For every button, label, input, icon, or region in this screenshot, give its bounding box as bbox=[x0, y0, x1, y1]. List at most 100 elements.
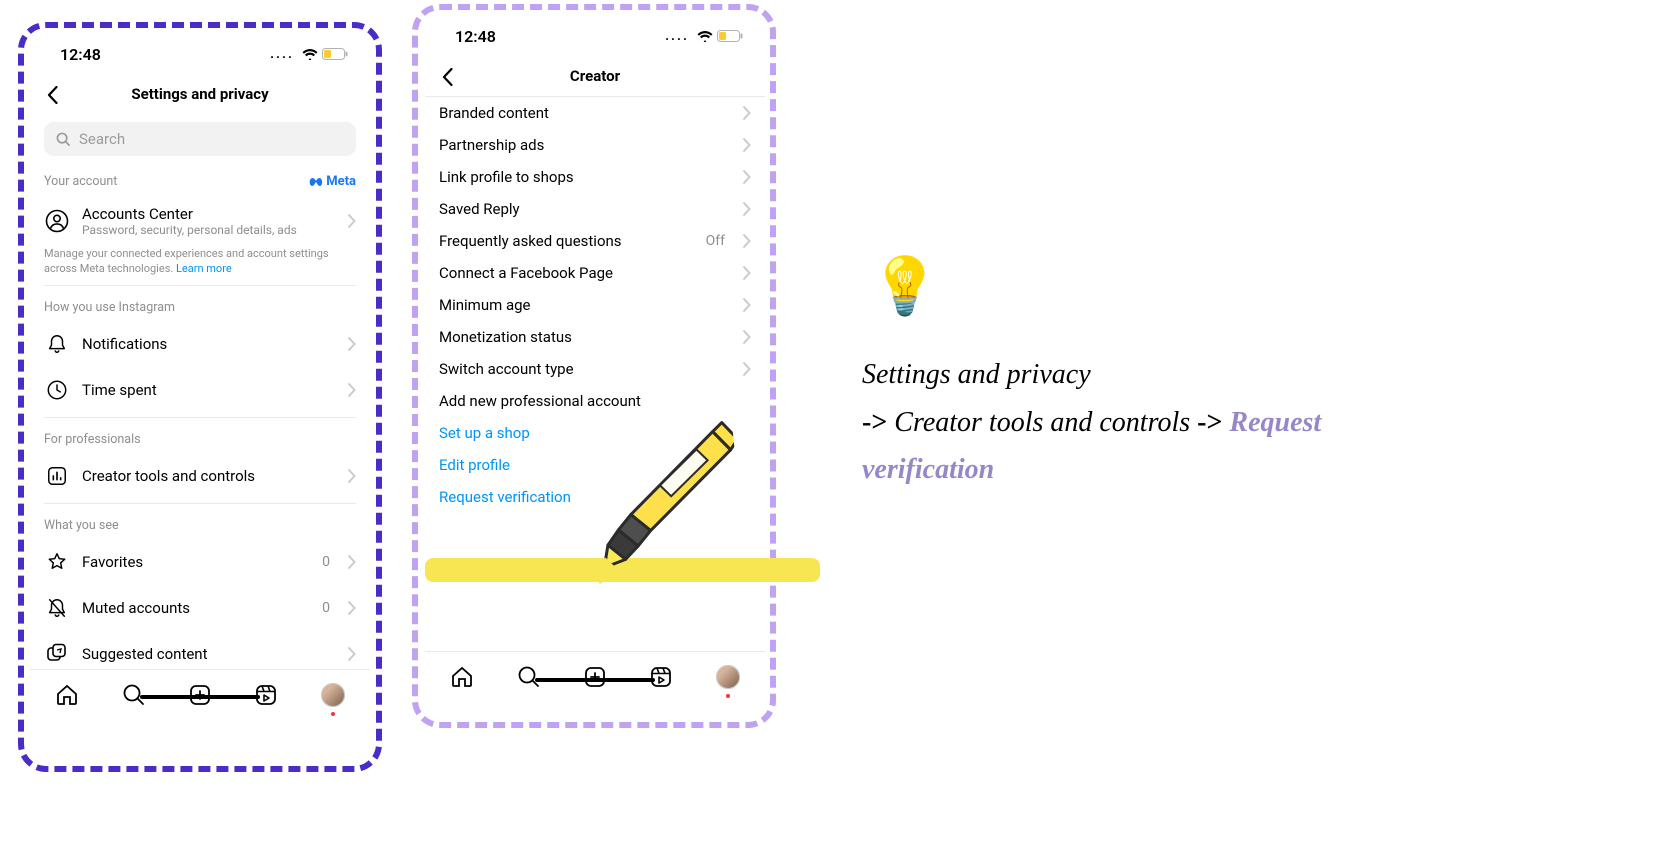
meta-brand: Meta bbox=[309, 174, 356, 189]
nav-search[interactable] bbox=[512, 660, 546, 694]
search-icon bbox=[56, 132, 71, 147]
battery-low-icon bbox=[322, 48, 348, 60]
creator-item-7[interactable]: Monetization status bbox=[425, 321, 765, 353]
phone-settings: 12:48 .... Settings and privacy Search Y… bbox=[30, 30, 370, 720]
highlighter-marker-icon bbox=[562, 412, 749, 599]
battery-low-icon bbox=[717, 30, 743, 42]
lightbulb-icon: 💡 bbox=[870, 240, 1402, 335]
phone-creator: 12:48 .... Creator Branded content Partne… bbox=[425, 12, 765, 702]
section-what-you-see: What you see bbox=[30, 508, 370, 539]
creator-item-label: Saved Reply bbox=[439, 200, 731, 218]
favorites-row[interactable]: Favorites 0 bbox=[30, 539, 370, 585]
favorites-value: 0 bbox=[322, 554, 330, 570]
arrow-text: -> bbox=[1197, 407, 1222, 438]
muted-value: 0 bbox=[322, 600, 330, 616]
meta-logo-icon bbox=[309, 177, 323, 187]
time-spent-row[interactable]: Time spent bbox=[30, 367, 370, 413]
user-icon bbox=[44, 208, 70, 234]
search-input[interactable]: Search bbox=[44, 122, 356, 156]
page-title: Settings and privacy bbox=[30, 85, 370, 103]
clock-icon bbox=[44, 377, 70, 403]
avatar-icon bbox=[716, 665, 740, 689]
learn-more-link[interactable]: Learn more bbox=[176, 262, 232, 275]
wifi-icon bbox=[302, 48, 318, 60]
section-your-account: Your account Meta bbox=[30, 164, 370, 195]
creator-item-2[interactable]: Link profile to shops bbox=[425, 161, 765, 193]
chevron-right-icon bbox=[348, 214, 356, 228]
bottom-nav bbox=[425, 651, 765, 702]
creator-item-label: Branded content bbox=[439, 104, 731, 122]
section-professionals: For professionals bbox=[30, 422, 370, 453]
status-bar: 12:48 .... bbox=[425, 12, 765, 56]
creator-item-label: Minimum age bbox=[439, 296, 731, 314]
suggested-content-row[interactable]: Suggested content bbox=[30, 631, 370, 674]
chevron-right-icon bbox=[743, 266, 751, 280]
chevron-right-icon bbox=[743, 298, 751, 312]
star-icon bbox=[44, 549, 70, 575]
accounts-center-label: Accounts Center bbox=[82, 205, 336, 223]
status-bar: 12:48 .... bbox=[30, 30, 370, 74]
nav-profile[interactable] bbox=[711, 660, 745, 694]
screen-header: Creator bbox=[425, 56, 765, 97]
search-icon bbox=[517, 665, 541, 689]
signal-dots-icon: .... bbox=[665, 28, 689, 44]
chevron-right-icon bbox=[348, 469, 356, 483]
nav-home[interactable] bbox=[50, 678, 84, 712]
chevron-right-icon bbox=[348, 647, 356, 661]
chevron-right-icon bbox=[348, 601, 356, 615]
instruction-callout: 💡 Settings and privacy -> Creator tools … bbox=[862, 380, 1402, 494]
accounts-center-row[interactable]: Accounts Center Password, security, pers… bbox=[30, 195, 370, 247]
add-professional-account[interactable]: Add new professional account bbox=[425, 385, 765, 417]
status-icons: .... bbox=[665, 28, 743, 44]
creator-item-1[interactable]: Partnership ads bbox=[425, 129, 765, 161]
add-account-label: Add new professional account bbox=[439, 392, 751, 410]
creator-item-5[interactable]: Connect a Facebook Page bbox=[425, 257, 765, 289]
chevron-right-icon bbox=[743, 362, 751, 376]
callout-step2: Creator tools and controls bbox=[894, 407, 1197, 438]
avatar-icon bbox=[321, 683, 345, 707]
notification-dot-icon bbox=[726, 694, 730, 698]
nav-home[interactable] bbox=[445, 660, 479, 694]
muted-accounts-row[interactable]: Muted accounts 0 bbox=[30, 585, 370, 631]
mute-bell-icon bbox=[44, 595, 70, 621]
creator-item-label: Frequently asked questions bbox=[439, 232, 694, 250]
creator-item-6[interactable]: Minimum age bbox=[425, 289, 765, 321]
back-button[interactable] bbox=[40, 82, 66, 108]
status-time: 12:48 bbox=[455, 27, 496, 46]
home-indicator-icon bbox=[140, 695, 260, 699]
creator-item-label: Partnership ads bbox=[439, 136, 731, 154]
add-post-icon bbox=[583, 665, 607, 689]
notification-dot-icon bbox=[331, 712, 335, 716]
status-icons: .... bbox=[270, 46, 348, 62]
chevron-right-icon bbox=[743, 330, 751, 344]
chevron-left-icon bbox=[47, 86, 59, 104]
chevron-right-icon bbox=[348, 555, 356, 569]
feed-icon bbox=[44, 641, 70, 667]
home-icon bbox=[450, 665, 474, 689]
wifi-icon bbox=[697, 30, 713, 42]
home-indicator-icon bbox=[535, 678, 655, 682]
chevron-right-icon bbox=[743, 202, 751, 216]
creator-item-3[interactable]: Saved Reply bbox=[425, 193, 765, 225]
account-note: Manage your connected experiences and ac… bbox=[30, 247, 370, 281]
page-title: Creator bbox=[425, 67, 765, 85]
insights-icon bbox=[44, 463, 70, 489]
chevron-right-icon bbox=[348, 383, 356, 397]
nav-profile[interactable] bbox=[316, 678, 350, 712]
notifications-row[interactable]: Notifications bbox=[30, 321, 370, 367]
creator-item-0[interactable]: Branded content bbox=[425, 97, 765, 129]
creator-item-label: Monetization status bbox=[439, 328, 731, 346]
creator-item-label: Link profile to shops bbox=[439, 168, 731, 186]
creator-item-value: Off bbox=[706, 233, 725, 249]
divider bbox=[44, 503, 356, 504]
creator-item-8[interactable]: Switch account type bbox=[425, 353, 765, 385]
back-button[interactable] bbox=[435, 64, 461, 90]
nav-add[interactable] bbox=[578, 660, 612, 694]
chevron-right-icon bbox=[743, 170, 751, 184]
nav-reels[interactable] bbox=[644, 660, 678, 694]
callout-step1: Settings and privacy bbox=[862, 359, 1091, 390]
creator-tools-row[interactable]: Creator tools and controls bbox=[30, 453, 370, 499]
chevron-right-icon bbox=[743, 138, 751, 152]
creator-item-4[interactable]: Frequently asked questions Off bbox=[425, 225, 765, 257]
screen-header: Settings and privacy bbox=[30, 74, 370, 114]
